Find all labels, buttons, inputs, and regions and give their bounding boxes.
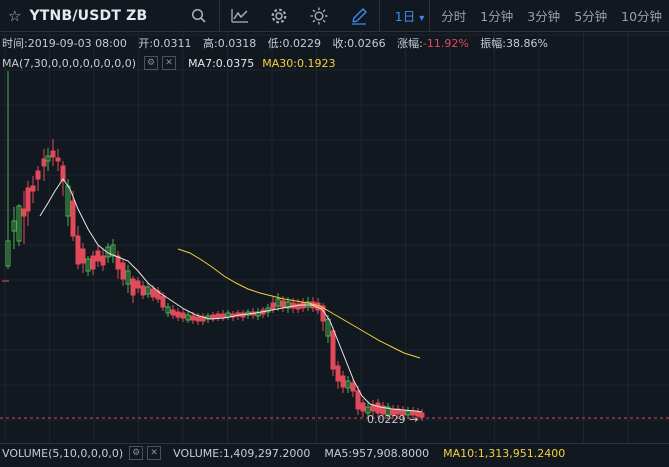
candlestick-chart[interactable]: 0.0229 → [0, 31, 669, 443]
volume-value: VOLUME:1,409,297.2000 [173, 446, 311, 460]
candle-body [140, 285, 146, 296]
star-icon[interactable]: ☆ [8, 7, 21, 25]
ma-legend: MA(7,30,0,0,0,0,0,0,0,0) ⚙ ✕ MA7:0.0375 … [0, 55, 344, 71]
ma-settings-icon[interactable]: ⚙ [144, 56, 159, 70]
candle-body [220, 313, 226, 318]
settings-button[interactable] [260, 0, 300, 31]
candle-body [350, 382, 356, 392]
candle-body [100, 255, 106, 266]
candle-body [190, 315, 196, 321]
ohlc-amplitude: 振幅:38.86% [480, 37, 548, 50]
ma30-value: MA30:0.1923 [262, 56, 336, 70]
candle-body [215, 313, 221, 319]
toolbar: ☆ YTNB/USDT ZB 1日 ▾ 分时 1分钟 3分钟 5分钟 10分钟 [0, 0, 669, 32]
candle-body [175, 311, 181, 318]
candle-body [150, 288, 156, 298]
ohlc-info: 时间:2019-09-03 08:00 开:0.0311 高:0.0318 低:… [0, 35, 669, 53]
volume-settings-icon[interactable]: ⚙ [129, 446, 144, 460]
candle-body [55, 157, 61, 162]
ohlc-low: 低:0.0229 [267, 37, 321, 50]
candle-body [95, 250, 101, 262]
search-icon [191, 8, 206, 23]
theme-button[interactable] [299, 0, 339, 31]
candle-body [170, 309, 176, 316]
ohlc-close: 收:0.0266 [332, 37, 386, 50]
candle-body [330, 330, 336, 370]
candle-body [355, 390, 361, 410]
candle-body [340, 375, 346, 388]
period-timeshare[interactable]: 分时 [441, 6, 466, 25]
candle-body [130, 278, 136, 296]
candle-body [25, 187, 31, 212]
draw-icon [351, 7, 367, 25]
candle-body [280, 300, 286, 308]
candle-body [120, 262, 126, 280]
volume-ma5: MA5:957,908.8000 [324, 446, 430, 460]
volume-close-icon[interactable]: ✕ [147, 446, 162, 460]
period-5m[interactable]: 5分钟 [574, 6, 607, 25]
candle-body [80, 248, 86, 264]
candle-body [180, 312, 186, 319]
period-1m[interactable]: 1分钟 [480, 6, 513, 25]
candle-body [419, 412, 425, 418]
ohlc-time: 时间:2019-09-03 08:00 [2, 37, 127, 50]
ma7-value: MA7:0.0375 [188, 56, 255, 70]
ohlc-change-label: 涨幅: [397, 37, 423, 50]
trading-chart-app: ☆ YTNB/USDT ZB 1日 ▾ 分时 1分钟 3分钟 5分钟 10分钟 … [0, 0, 669, 467]
period-1d[interactable]: 1日 ▾ [395, 6, 424, 25]
candle-body [35, 170, 41, 180]
volume-params: VOLUME(5,10,0,0,0,0) [2, 446, 124, 460]
indicator-button[interactable] [220, 0, 260, 31]
volume-ma10: MA10:1,313,951.2400 [443, 446, 566, 460]
symbol-name: YTNB/USDT ZB [29, 7, 148, 24]
ma-params: MA(7,30,0,0,0,0,0,0,0,0) [2, 56, 137, 70]
candle-body [30, 185, 36, 192]
indicator-icon [230, 8, 248, 23]
ma-close-icon[interactable]: ✕ [162, 56, 177, 70]
period-3m[interactable]: 3分钟 [527, 6, 560, 25]
search-button[interactable] [179, 0, 219, 31]
candle-body [195, 316, 201, 322]
ma7-line [39, 178, 423, 413]
candle-body [90, 255, 96, 270]
ohlc-change-value: -11.92% [422, 37, 469, 50]
theme-icon [310, 7, 328, 24]
candle-body [270, 302, 276, 310]
draw-button[interactable] [339, 0, 379, 31]
candle-body [75, 235, 81, 265]
candle-body [370, 404, 376, 412]
ohlc-open: 开:0.0311 [138, 37, 192, 50]
volume-legend: VOLUME(5,10,0,0,0,0) ⚙ ✕ VOLUME:1,409,29… [0, 443, 669, 462]
candle-body [41, 158, 47, 167]
divider [429, 0, 431, 31]
candle-body [50, 150, 56, 158]
candle-body [335, 365, 341, 382]
symbol-box[interactable]: ☆ YTNB/USDT ZB [0, 0, 179, 31]
candle-body [360, 402, 366, 412]
divider [378, 0, 380, 31]
candle-body [70, 200, 76, 237]
settings-icon [271, 8, 287, 23]
candle-body [21, 208, 27, 217]
chevron-down-icon: ▾ [419, 13, 425, 24]
candle-body [160, 295, 166, 308]
candle-body [135, 280, 141, 289]
candle-body [375, 402, 381, 414]
period-10m[interactable]: 10分钟 [621, 6, 662, 25]
last-price-label: 0.0229 → [367, 413, 418, 426]
ohlc-high: 高:0.0318 [203, 37, 257, 50]
